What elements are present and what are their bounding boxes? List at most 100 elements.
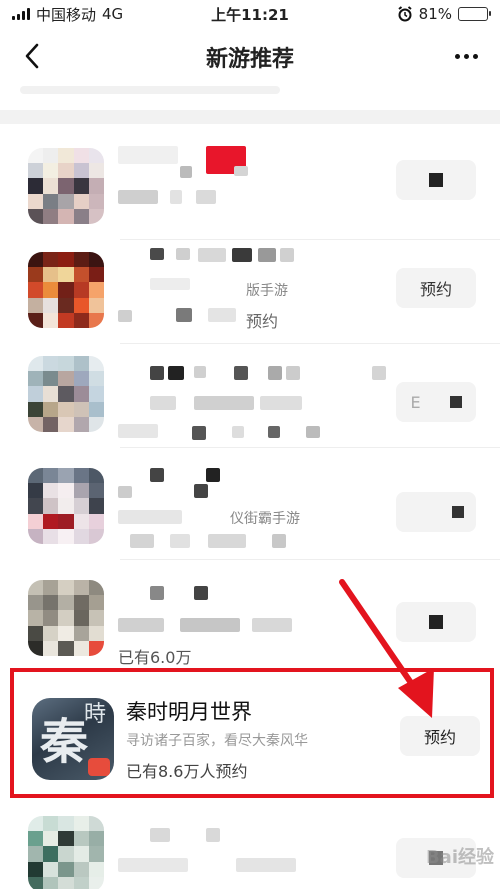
list-item[interactable]: 版手游 预约 预约 — [0, 240, 500, 344]
blurred-title — [232, 248, 252, 262]
row-subtitle: 版手游 — [246, 283, 288, 299]
blurred-title — [286, 366, 300, 380]
list-item[interactable]: 仪街霸手游 — [0, 456, 500, 560]
blurred-subtitle — [170, 190, 182, 204]
carrier-label: 中国移动 — [36, 5, 97, 24]
badge-icon — [88, 758, 110, 776]
nav-bar: 新游推荐 — [0, 30, 500, 84]
battery-percent: 81% — [418, 5, 452, 23]
blurred-title — [176, 248, 190, 260]
blurred-button-mark — [449, 396, 462, 408]
blurred-count — [118, 424, 158, 438]
game-description: 寻访诸子百家，看尽大秦风华 — [126, 733, 308, 749]
blurred-subtitle — [150, 278, 190, 290]
signal-icon — [12, 8, 30, 20]
blurred-title — [258, 248, 276, 262]
blurred-subtitle — [150, 396, 176, 410]
reserve-button[interactable]: 预约 — [396, 268, 476, 308]
blurred-title — [180, 166, 192, 178]
blurred-subtitle — [252, 618, 292, 632]
blurred-title — [150, 468, 164, 482]
game-icon-glyph: 秦 — [40, 714, 89, 770]
blurred-title — [234, 366, 248, 380]
status-bar: 中国移动 4G 上午11:21 81% — [0, 0, 500, 28]
blurred-title — [372, 366, 386, 380]
blurred-button-label — [429, 173, 443, 187]
list-item[interactable] — [0, 136, 500, 240]
blurred-title — [268, 366, 282, 380]
more-button[interactable] — [446, 38, 486, 74]
blurred-title — [206, 828, 220, 842]
status-left: 中国移动 4G — [12, 4, 123, 25]
chevron-left-icon — [25, 43, 39, 69]
row-divider — [120, 559, 500, 560]
blurred-title — [168, 366, 184, 380]
more-dot-icon — [472, 53, 478, 59]
blurred-title — [280, 248, 294, 262]
blurred-title — [234, 166, 248, 176]
back-button[interactable] — [14, 38, 50, 74]
row-count: 已有6.0万 — [118, 648, 192, 667]
blurred-button-label: E — [410, 392, 421, 412]
blurred-count — [170, 534, 190, 548]
blurred-count — [118, 310, 132, 322]
row-subtitle: 仪街霸手游 — [230, 511, 300, 527]
reserve-button[interactable]: E — [396, 382, 476, 422]
blurred-title — [194, 484, 208, 498]
blurred-title — [194, 366, 206, 378]
highlighted-game-item[interactable]: 秦 時 秦时明月世界 寻访诸子百家，看尽大秦风华 已有8.6万人预约 预约 — [10, 668, 494, 798]
blurred-count — [208, 308, 236, 322]
blurred-subtitle — [118, 858, 188, 872]
blurred-title — [194, 586, 208, 600]
blurred-subtitle — [196, 190, 216, 204]
blurred-previous-row — [20, 86, 280, 94]
reserve-button[interactable] — [396, 492, 476, 532]
reservation-count: 已有8.6万人预约 — [126, 762, 248, 781]
blurred-subtitle — [118, 510, 182, 524]
blurred-title — [150, 366, 164, 380]
more-dot-icon — [454, 53, 460, 59]
blurred-title — [150, 828, 170, 842]
game-icon-glyph-small: 時 — [83, 702, 106, 727]
game-icon-blurred — [28, 816, 104, 889]
blurred-count — [192, 426, 206, 440]
section-divider — [0, 110, 500, 124]
blurred-button-mark — [452, 506, 464, 518]
blurred-subtitle — [236, 858, 296, 872]
blurred-title — [150, 248, 164, 260]
row-divider — [120, 447, 500, 448]
alarm-icon — [398, 6, 412, 22]
game-icon-blurred — [28, 580, 104, 656]
blurred-count — [176, 308, 192, 322]
blurred-count — [130, 534, 154, 548]
game-name: 秦时明月世界 — [126, 700, 252, 724]
blurred-count — [208, 534, 246, 548]
blurred-title — [150, 586, 164, 600]
page-title: 新游推荐 — [205, 47, 294, 72]
game-icon-blurred — [28, 468, 104, 544]
reserve-button[interactable] — [396, 602, 476, 642]
blurred-title — [118, 146, 178, 164]
list-item[interactable]: E — [0, 344, 500, 448]
list-item[interactable]: 已有6.0万 — [0, 568, 500, 668]
blurred-count — [232, 426, 244, 438]
blurred-count — [272, 534, 286, 548]
blurred-title — [198, 248, 226, 262]
blurred-subtitle — [260, 396, 302, 410]
blurred-count — [306, 426, 320, 438]
game-icon-blurred — [28, 356, 104, 432]
blurred-count — [268, 426, 280, 438]
game-icon: 秦 時 — [32, 698, 114, 780]
more-dot-icon — [463, 53, 469, 59]
game-icon-blurred — [28, 252, 104, 328]
game-icon-blurred — [28, 148, 104, 224]
network-label: 4G — [102, 5, 124, 23]
blurred-subtitle — [194, 396, 254, 410]
reserve-button[interactable] — [396, 160, 476, 200]
blurred-subtitle — [118, 190, 158, 204]
reserve-button[interactable]: 预约 — [400, 716, 480, 756]
blurred-button-label — [429, 615, 443, 629]
watermark: Bai经验 — [425, 847, 494, 868]
blurred-subtitle — [180, 618, 240, 632]
status-right: 81% — [397, 5, 491, 23]
